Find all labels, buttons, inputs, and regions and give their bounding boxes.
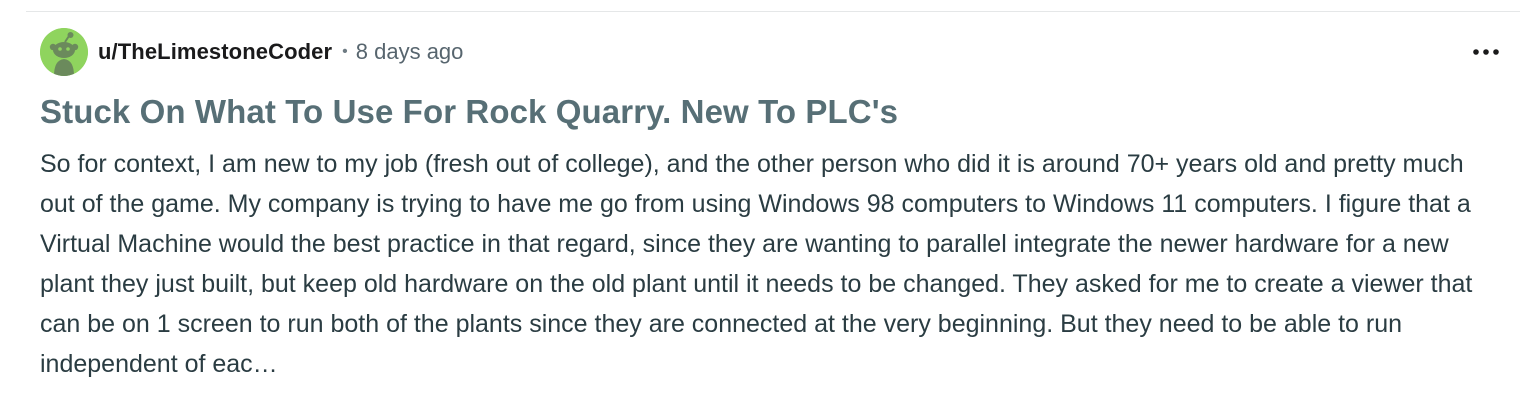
- post-title[interactable]: Stuck On What To Use For Rock Quarry. Ne…: [40, 92, 1510, 132]
- post-timestamp: 8 days ago: [355, 39, 464, 64]
- user-avatar[interactable]: [40, 28, 88, 76]
- snoo-avatar-icon: [40, 28, 88, 76]
- meta-separator: •: [342, 43, 348, 60]
- author-link[interactable]: u/TheLimestoneCoder: [98, 39, 332, 65]
- post-meta: u/TheLimestoneCoder • 8 days ago: [40, 28, 1510, 76]
- post-body[interactable]: So for context, I am new to my job (fres…: [40, 144, 1505, 384]
- more-options-icon: [1473, 49, 1499, 55]
- post-card[interactable]: u/TheLimestoneCoder • 8 days ago Stuck O…: [40, 28, 1510, 384]
- more-options-button[interactable]: [1466, 38, 1506, 66]
- top-divider: [26, 11, 1520, 12]
